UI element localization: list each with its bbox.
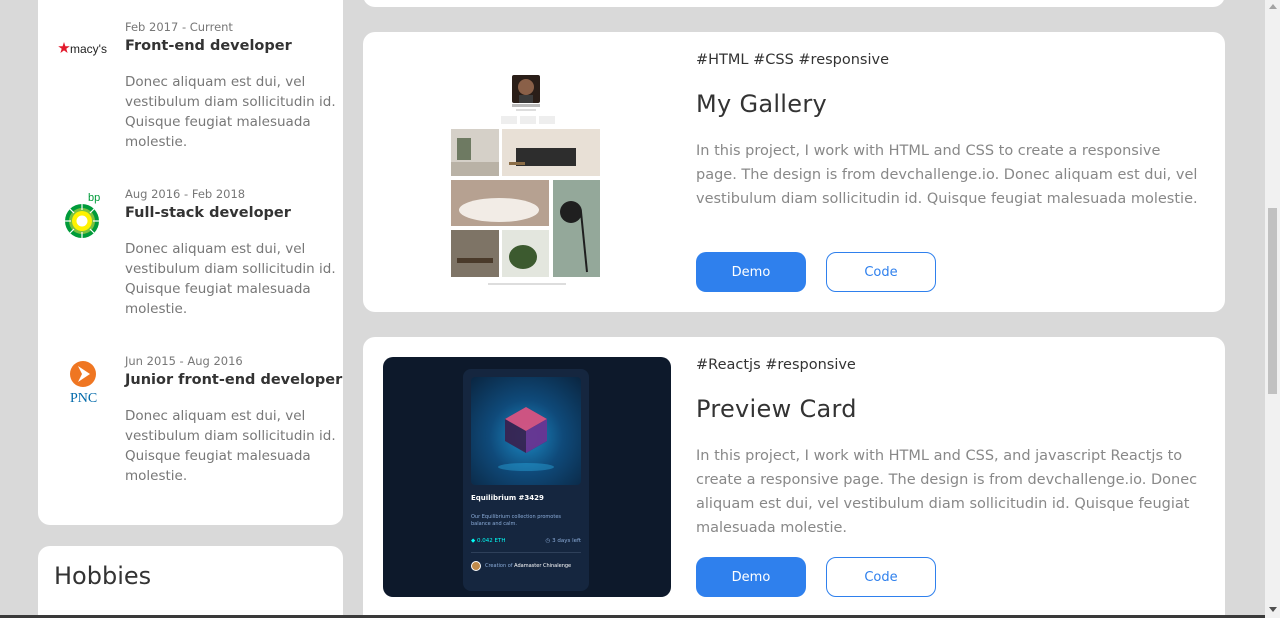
clock-icon: ◷ bbox=[545, 538, 551, 544]
nft-time-left: ◷ 3 days left bbox=[546, 538, 581, 544]
nft-image bbox=[471, 377, 581, 485]
demo-button[interactable]: Demo bbox=[696, 252, 806, 292]
experience-date: Aug 2016 - Feb 2018 bbox=[125, 187, 246, 201]
creator-line: Creation of Adamaster Chinalenge bbox=[485, 563, 571, 569]
experience-description: Donec aliquam est dui, vel vestibulum di… bbox=[125, 241, 336, 317]
project-tags: #Reactjs #responsive bbox=[696, 357, 856, 373]
divider bbox=[471, 552, 581, 553]
macys-star-logo: macy's bbox=[58, 24, 108, 74]
project-card: #HTML #CSS #responsive My Gallery In thi… bbox=[363, 32, 1225, 312]
scroll-down-icon[interactable] bbox=[1269, 607, 1277, 612]
vertical-scrollbar[interactable] bbox=[1265, 0, 1280, 618]
project-card-previous bbox=[363, 0, 1225, 7]
nft-price: ◆ 0.042 ETH bbox=[471, 538, 506, 544]
project-card: Equilibrium #3429 Our Equilibrium collec… bbox=[363, 337, 1225, 618]
experience-role: Junior front-end developer bbox=[125, 372, 343, 388]
gallery-thumbnail bbox=[383, 52, 671, 292]
pnc-logo: PNC bbox=[58, 358, 108, 408]
creator-avatar bbox=[471, 561, 481, 571]
scrollbar-thumb[interactable] bbox=[1268, 208, 1277, 394]
preview-card-thumbnail: Equilibrium #3429 Our Equilibrium collec… bbox=[383, 357, 671, 597]
experience-description: Donec aliquam est dui, vel vestibulum di… bbox=[125, 408, 336, 484]
hobbies-title: Hobbies bbox=[54, 562, 152, 590]
code-button[interactable]: Code bbox=[826, 557, 936, 597]
experience-date: Feb 2017 - Current bbox=[125, 20, 233, 34]
experience-date: Jun 2015 - Aug 2016 bbox=[125, 354, 243, 368]
nft-time-value: 3 days left bbox=[552, 538, 581, 544]
creator-prefix: Creation of bbox=[485, 563, 513, 569]
project-tags: #HTML #CSS #responsive bbox=[696, 52, 890, 68]
experience-role: Front-end developer bbox=[125, 38, 292, 54]
project-title: Preview Card bbox=[696, 395, 857, 423]
experience-description: Donec aliquam est dui, vel vestibulum di… bbox=[125, 74, 336, 150]
experience-role: Full-stack developer bbox=[125, 205, 291, 221]
bp-helios-logo: bp bbox=[58, 191, 108, 241]
experience-card: macy's Feb 2017 - Current Front-end deve… bbox=[38, 0, 343, 525]
nft-description: Our Equilibrium collection promotes bala… bbox=[471, 514, 561, 527]
nft-price-value: 0.042 ETH bbox=[476, 538, 506, 544]
nft-card: Equilibrium #3429 Our Equilibrium collec… bbox=[463, 369, 589, 591]
code-button[interactable]: Code bbox=[826, 252, 936, 292]
creator-name: Adamaster Chinalenge bbox=[514, 563, 572, 569]
project-description: In this project, I work with HTML and CS… bbox=[696, 448, 1198, 536]
svg-text:macy's: macy's bbox=[70, 42, 107, 56]
demo-button[interactable]: Demo bbox=[696, 557, 806, 597]
svg-text:PNC: PNC bbox=[70, 391, 97, 406]
project-description: In this project, I work with HTML and CS… bbox=[696, 143, 1198, 207]
svg-text:bp: bp bbox=[88, 192, 100, 204]
hobbies-card: Hobbies bbox=[38, 546, 343, 618]
scroll-up-icon[interactable] bbox=[1269, 4, 1277, 9]
project-title: My Gallery bbox=[696, 90, 828, 118]
nft-title: Equilibrium #3429 bbox=[471, 494, 544, 502]
